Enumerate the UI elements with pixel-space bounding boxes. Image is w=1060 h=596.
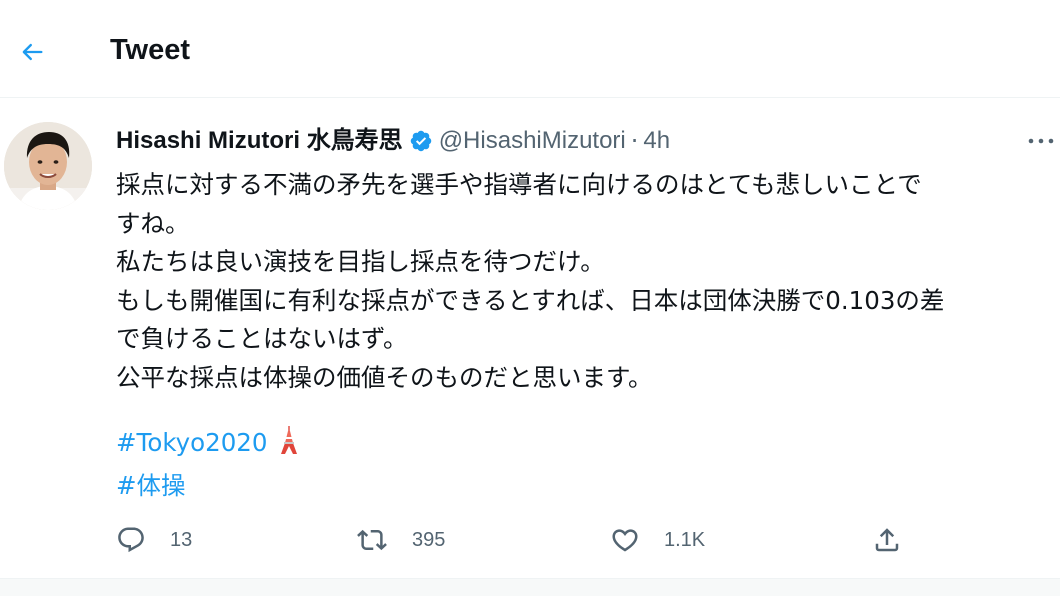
timeline-divider bbox=[0, 578, 1060, 596]
tweet-text: 採点に対する不満の矛先を選手や指導者に向けるのはとても悲しいことで すね。 私た… bbox=[116, 166, 1060, 397]
avatar[interactable] bbox=[4, 122, 92, 210]
meta-separator: · bbox=[630, 127, 639, 155]
hashtag-link[interactable]: #Tokyo2020 bbox=[116, 424, 267, 463]
verified-icon bbox=[410, 130, 431, 152]
heart-icon bbox=[612, 529, 638, 552]
more-horizontal-icon bbox=[1028, 138, 1054, 144]
page-header: Tweet bbox=[0, 0, 1060, 98]
avatar-image bbox=[4, 122, 92, 210]
tweet-text-line: 採点に対する不満の矛先を選手や指導者に向けるのはとても悲しいことで bbox=[116, 170, 922, 199]
reply-icon bbox=[118, 527, 144, 553]
tweet-timestamp[interactable]: 4h bbox=[643, 124, 670, 158]
like-count: 1.1K bbox=[664, 528, 706, 551]
hashtag-list: #Tokyo2020 #体操 bbox=[116, 424, 299, 505]
tweet-text-line: すね。 bbox=[116, 208, 190, 238]
tweet-text-line: 公平な採点は体操の価値そのものだと思います。 bbox=[116, 362, 653, 392]
tweet-text-line: 私たちは良い演技を目指し採点を待つだけ。 bbox=[116, 247, 605, 276]
tweet-actions: 13 395 1.1K bbox=[116, 520, 916, 560]
retweet-button[interactable]: 395 bbox=[356, 520, 445, 560]
verified-badge bbox=[409, 129, 433, 153]
page-title: Tweet bbox=[110, 34, 191, 66]
share-icon bbox=[875, 528, 899, 552]
reply-button[interactable]: 13 bbox=[116, 520, 192, 560]
arrow-left-icon bbox=[22, 43, 43, 61]
like-button[interactable]: 1.1K bbox=[610, 520, 705, 560]
tweet-text-line: もしも開催国に有利な採点ができるとすれば、日本は団体決勝で0.103の差 bbox=[116, 285, 945, 315]
tweet-text-line: で負けることはないはず。 bbox=[116, 324, 408, 353]
retweet-icon bbox=[357, 529, 387, 551]
share-button[interactable] bbox=[872, 520, 902, 560]
tweet-header: Hisashi Mizutori 水鳥寿思 @HisashiMizutori ·… bbox=[116, 124, 670, 158]
tokyo-tower-icon bbox=[279, 425, 299, 467]
reply-count: 13 bbox=[170, 528, 193, 551]
author-handle[interactable]: @HisashiMizutori bbox=[439, 124, 626, 158]
retweet-count: 395 bbox=[412, 528, 446, 551]
back-button[interactable] bbox=[12, 32, 52, 72]
hashtag-link[interactable]: #体操 bbox=[116, 467, 186, 506]
more-options-button[interactable] bbox=[1024, 128, 1058, 154]
author-name[interactable]: Hisashi Mizutori 水鳥寿思 bbox=[116, 124, 403, 158]
